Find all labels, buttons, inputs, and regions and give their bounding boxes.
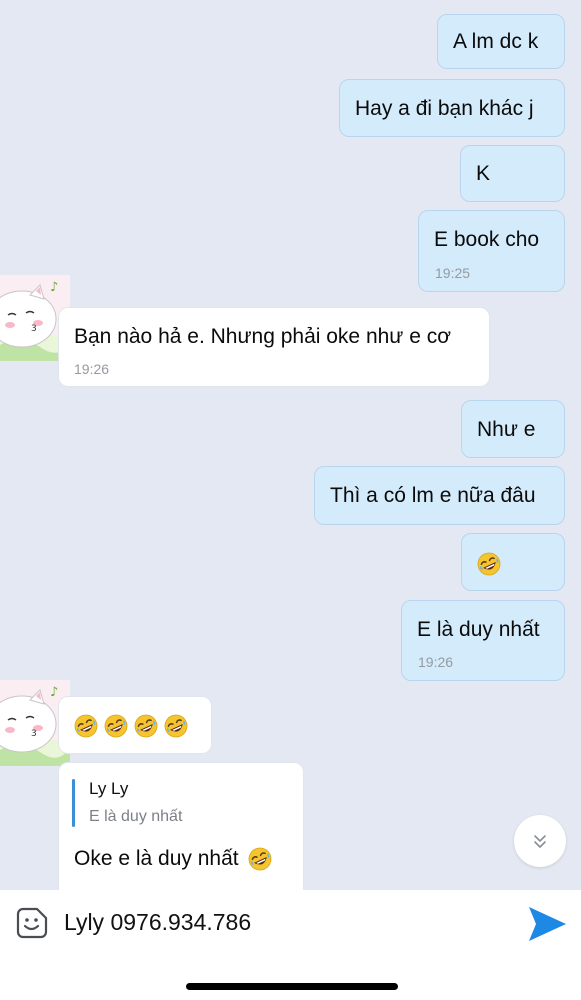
home-indicator	[186, 983, 398, 990]
message-text: Thì a có lm e nữa đâu	[330, 484, 536, 507]
rofl-emoji	[74, 714, 98, 738]
send-button[interactable]	[526, 904, 568, 944]
message-text: Hay a đi bạn khác j	[355, 97, 534, 120]
message-text: K	[476, 162, 491, 185]
message-input-value: Lyly 0976.934.786	[64, 909, 252, 935]
double-chevron-down-icon	[534, 835, 546, 848]
message-text: Như e	[477, 418, 536, 441]
chat-area[interactable]: A lm dc k Hay a đi bạn khác j K E book c…	[0, 0, 581, 890]
rofl-emoji	[134, 714, 158, 738]
outgoing-message[interactable]: Như e	[461, 400, 565, 458]
quote-bar	[72, 779, 75, 827]
outgoing-message[interactable]: K	[460, 145, 565, 202]
outgoing-message[interactable]: Hay a đi bạn khác j	[339, 79, 565, 137]
outgoing-message[interactable]: E là duy nhất 19:26	[401, 600, 565, 681]
scroll-to-bottom-button[interactable]	[514, 815, 566, 867]
message-timestamp: 19:26	[74, 361, 110, 377]
quoted-sender-name: Ly Ly	[89, 779, 129, 798]
rofl-emoji	[164, 714, 188, 738]
rofl-emoji	[104, 714, 128, 738]
send-icon	[529, 907, 566, 941]
message-timestamp: 19:26	[418, 654, 454, 670]
quoted-message-text: E là duy nhất	[89, 808, 183, 825]
sticker-button[interactable]	[15, 906, 49, 940]
rofl-emoji	[248, 847, 272, 871]
message-composer: Lyly 0976.934.786	[0, 890, 581, 1000]
message-text: Bạn nào hả e. Nhưng phải oke như e cơ	[74, 325, 451, 348]
incoming-message[interactable]: Bạn nào hả e. Nhưng phải oke như e cơ 19…	[58, 307, 490, 387]
message-input[interactable]: Lyly 0976.934.786	[64, 908, 251, 936]
incoming-reply-message[interactable]: Ly Ly E là duy nhất Oke e là duy nhất	[58, 762, 304, 890]
outgoing-message[interactable]: A lm dc k	[437, 14, 565, 69]
message-text: E là duy nhất	[417, 618, 540, 641]
outgoing-message[interactable]	[461, 533, 565, 591]
incoming-message[interactable]	[58, 696, 212, 754]
rofl-emoji	[477, 552, 501, 576]
outgoing-message[interactable]: E book cho 19:25	[418, 210, 565, 292]
outgoing-message[interactable]: Thì a có lm e nữa đâu	[314, 466, 565, 525]
message-timestamp: 19:25	[435, 265, 471, 281]
message-text: A lm dc k	[453, 30, 539, 53]
message-text: Oke e là duy nhất	[74, 847, 239, 870]
sticker-icon	[16, 907, 48, 939]
message-text: E book cho	[434, 228, 540, 251]
